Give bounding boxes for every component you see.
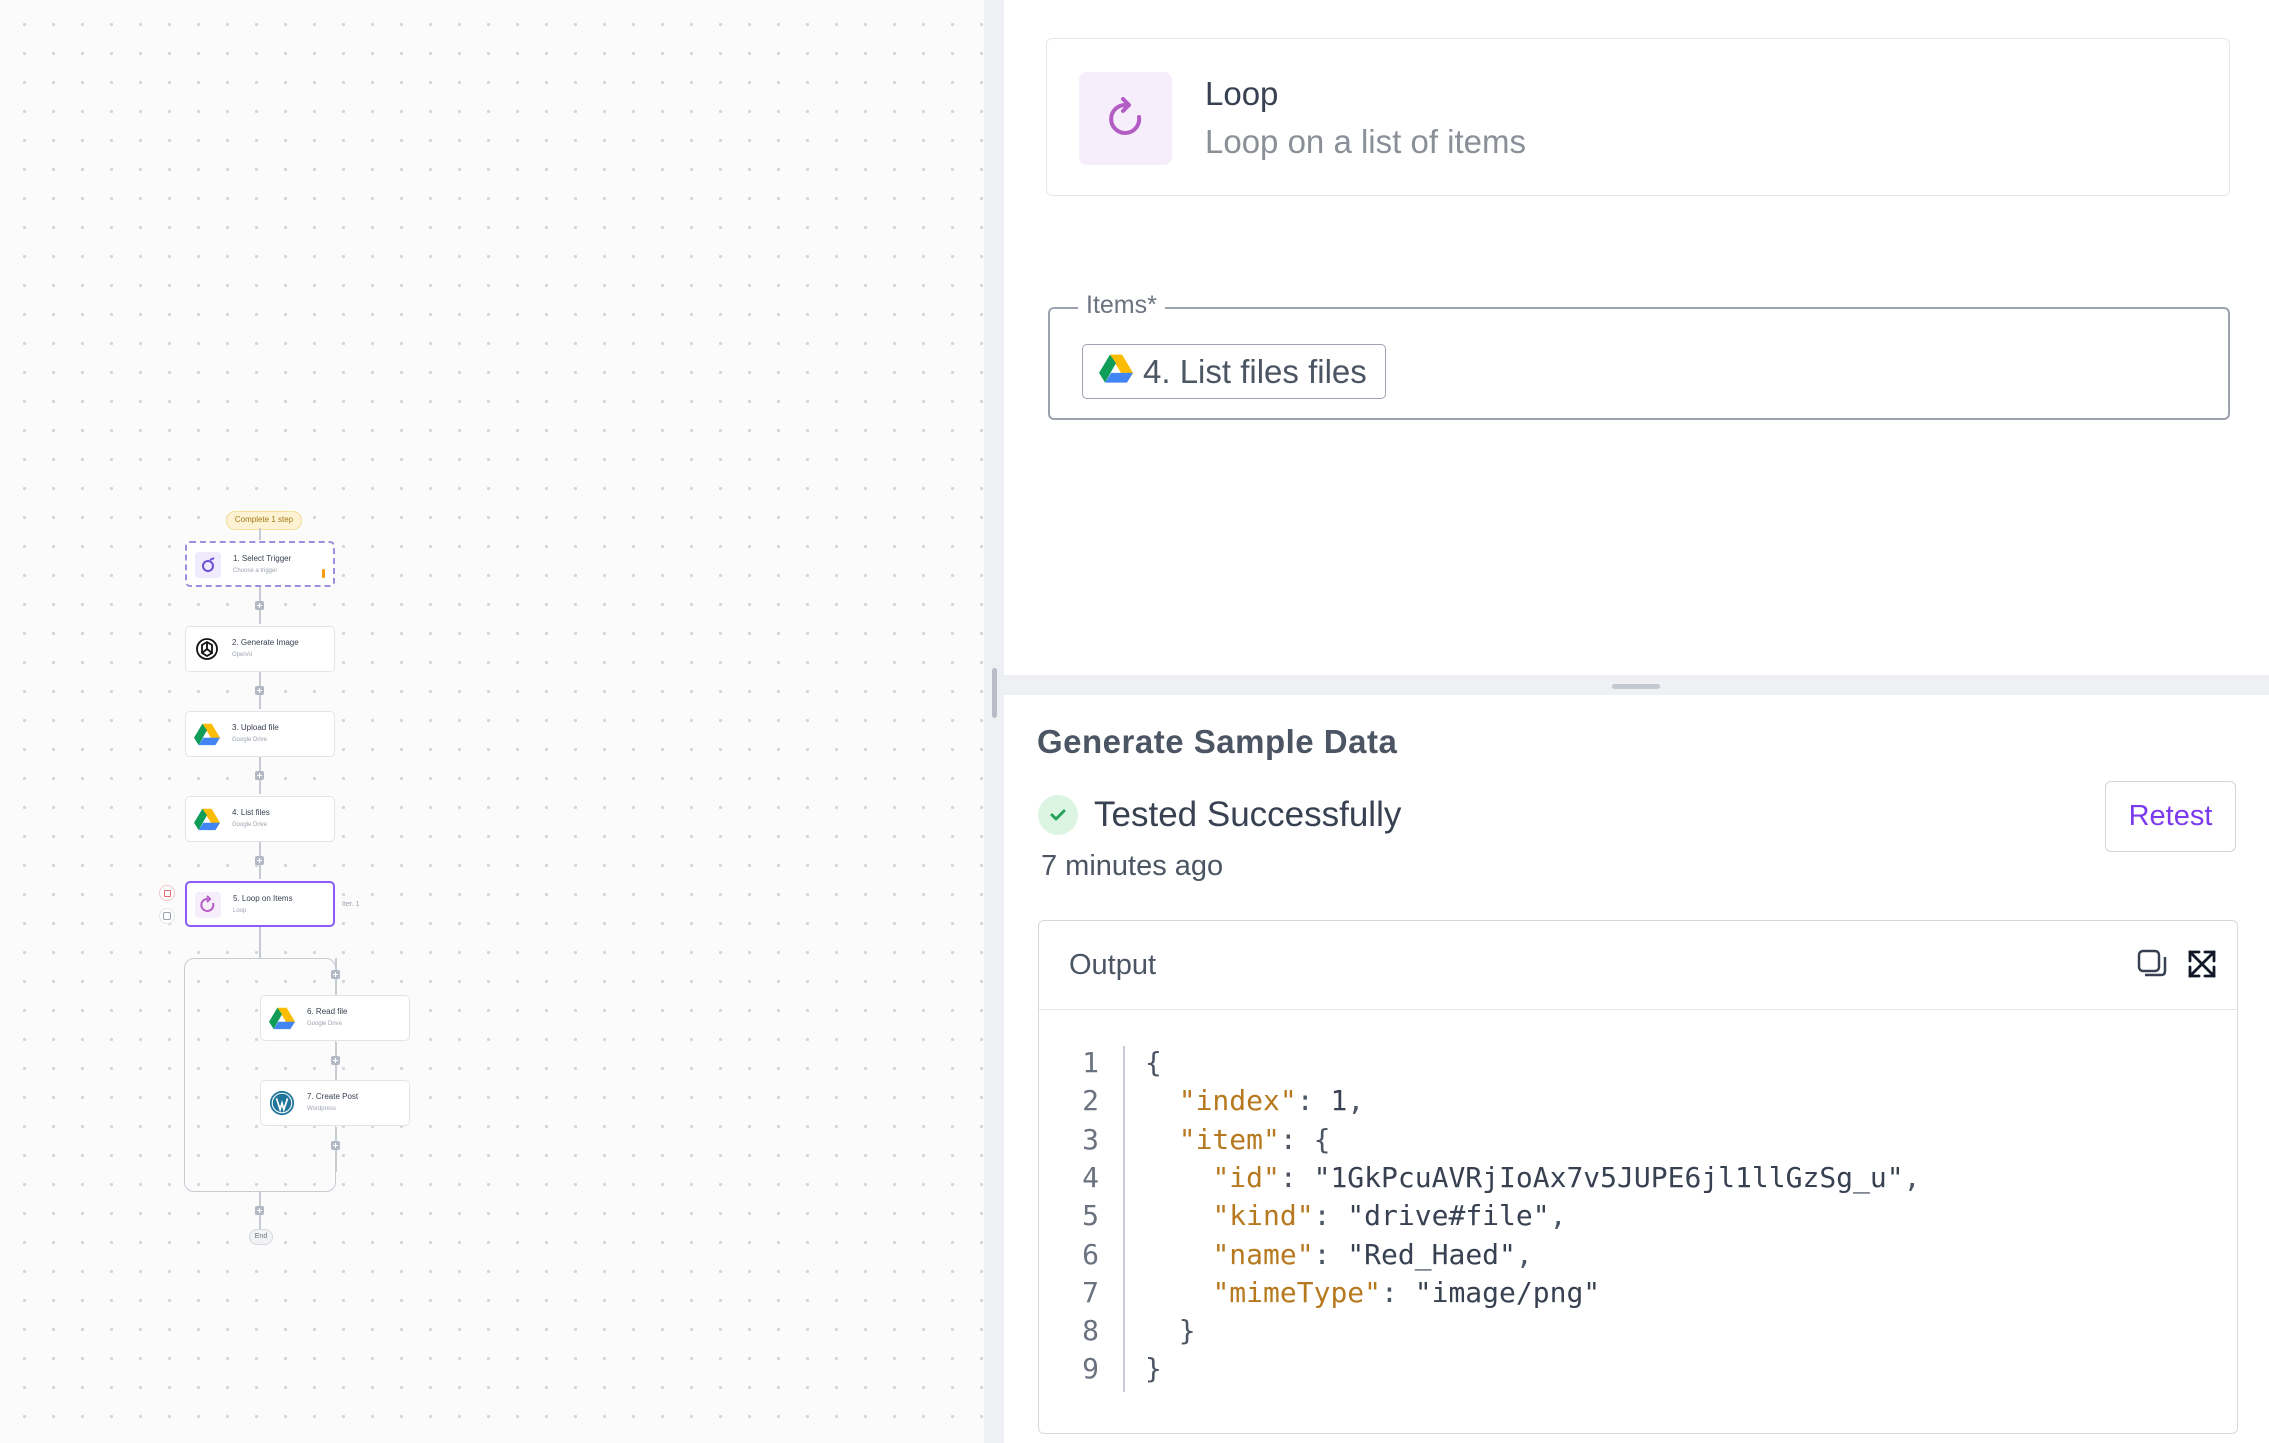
add-step-button[interactable] xyxy=(255,771,264,780)
step-subtitle: Loop xyxy=(233,908,247,914)
line-number: 9 xyxy=(1082,1352,1099,1386)
code-text: "id": "1GkPcuAVRjIoAx7v5JUPE6jl1llGzSg_u… xyxy=(1212,1160,1921,1194)
step-settings-panel: Loop Loop on a list of items Items* 4. L… xyxy=(1004,0,2269,1443)
panel-divider[interactable] xyxy=(984,0,1004,1443)
delete-step-button[interactable] xyxy=(159,885,175,901)
step-title: 2. Generate Image xyxy=(232,638,299,647)
connector xyxy=(259,927,261,958)
code-text: "mimeType": "image/png" xyxy=(1212,1275,1601,1309)
flow-step-list-files[interactable]: 4. List files Google Drive xyxy=(185,796,335,842)
flow-step-upload-file[interactable]: 3. Upload file Google Drive xyxy=(185,711,335,757)
add-step-button[interactable] xyxy=(331,970,340,979)
openai-icon xyxy=(194,636,220,662)
iteration-label: Iter. 1 xyxy=(342,901,360,908)
copy-icon[interactable] xyxy=(2135,947,2169,981)
retest-button[interactable]: Retest xyxy=(2105,781,2236,852)
add-step-button[interactable] xyxy=(255,686,264,695)
code-text: "kind": "drive#file", xyxy=(1212,1199,1567,1233)
line-number: 7 xyxy=(1082,1275,1099,1309)
line-number: 6 xyxy=(1082,1237,1099,1271)
check-circle-icon xyxy=(1038,795,1078,835)
step-subtitle: Choose a trigger xyxy=(233,568,278,574)
code-text: "name": "Red_Haed", xyxy=(1212,1237,1533,1271)
add-step-button[interactable] xyxy=(331,1141,340,1150)
google-drive-icon xyxy=(269,1005,295,1031)
step-title: 3. Upload file xyxy=(232,723,279,732)
flow-diagram: Complete 1 step 1. Select Trigger Choose… xyxy=(0,0,984,1443)
sample-data-title: Generate Sample Data xyxy=(1037,723,1398,760)
incomplete-steps-badge: Complete 1 step xyxy=(226,511,302,530)
step-title: 4. List files xyxy=(232,808,270,817)
add-step-button[interactable] xyxy=(255,601,264,610)
loop-icon xyxy=(195,892,221,918)
step-subtitle: Wordpress xyxy=(307,1106,336,1112)
resize-handle[interactable] xyxy=(992,668,997,718)
step-subtitle: Google Drive xyxy=(232,822,268,828)
line-number: 4 xyxy=(1082,1160,1099,1194)
step-title: 6. Read file xyxy=(307,1007,348,1016)
duplicate-step-button[interactable] xyxy=(159,908,175,924)
google-drive-icon xyxy=(194,806,220,832)
loop-icon xyxy=(1079,72,1172,165)
flow-step-read-file[interactable]: 6. Read file Google Drive xyxy=(260,995,410,1041)
splitter-grip[interactable] xyxy=(1612,684,1660,689)
items-value-chip[interactable]: 4. List files files xyxy=(1082,344,1386,399)
line-number: 5 xyxy=(1082,1199,1099,1233)
code-text: { xyxy=(1145,1046,1162,1079)
items-input[interactable]: Items* 4. List files files xyxy=(1048,291,2230,420)
items-chip-label: 4. List files files xyxy=(1143,352,1367,390)
line-number: 8 xyxy=(1082,1314,1099,1348)
google-drive-icon xyxy=(194,721,220,747)
test-timestamp: 7 minutes ago xyxy=(1041,850,1224,882)
line-number: 3 xyxy=(1082,1122,1099,1156)
trigger-icon xyxy=(195,552,221,578)
expand-icon[interactable] xyxy=(2185,947,2219,981)
code-text: "index": 1, xyxy=(1178,1084,1365,1118)
google-drive-icon xyxy=(1099,353,1133,391)
flow-step-trigger[interactable]: 1. Select Trigger Choose a trigger xyxy=(185,541,335,587)
add-step-button[interactable] xyxy=(255,856,264,865)
step-subtitle: OpenAI xyxy=(232,652,253,658)
step-subtitle: Google Drive xyxy=(307,1021,343,1027)
items-label: Items* xyxy=(1078,291,1165,320)
piece-card: Loop Loop on a list of items xyxy=(1046,38,2230,196)
step-title: 5. Loop on Items xyxy=(233,894,293,903)
wordpress-icon xyxy=(269,1090,295,1116)
output-panel: Output 1 {2 "index": 1, 3 "item": { 4 "id":… xyxy=(1038,920,2238,1434)
connector xyxy=(259,528,261,540)
step-title: 1. Select Trigger xyxy=(233,554,292,563)
add-step-button[interactable] xyxy=(331,1056,340,1065)
line-number: 2 xyxy=(1082,1084,1099,1118)
output-header: Output xyxy=(1039,921,2237,1010)
step-subtitle: Google Drive xyxy=(232,737,268,743)
warning-icon xyxy=(322,569,325,578)
flow-end-marker: End xyxy=(249,1229,273,1245)
code-gutter xyxy=(1123,1046,1125,1392)
flow-step-generate-image[interactable]: 2. Generate Image OpenAI xyxy=(185,626,335,672)
step-title: 7. Create Post xyxy=(307,1092,359,1101)
code-text: } xyxy=(1178,1314,1196,1348)
test-status: Tested Successfully xyxy=(1094,795,1402,834)
code-text: "item": { xyxy=(1178,1122,1331,1156)
flow-step-create-post[interactable]: 7. Create Post Wordpress xyxy=(260,1080,410,1126)
line-number: 1 xyxy=(1082,1046,1099,1079)
add-step-button[interactable] xyxy=(255,1206,264,1215)
loop-body-frame xyxy=(184,958,336,1192)
piece-name: Loop xyxy=(1205,75,1279,112)
piece-description: Loop on a list of items xyxy=(1205,123,1527,160)
code-text: } xyxy=(1145,1352,1162,1386)
output-title: Output xyxy=(1069,949,1157,981)
flow-step-loop-on-items[interactable]: 5. Loop on Items Loop xyxy=(185,881,335,927)
